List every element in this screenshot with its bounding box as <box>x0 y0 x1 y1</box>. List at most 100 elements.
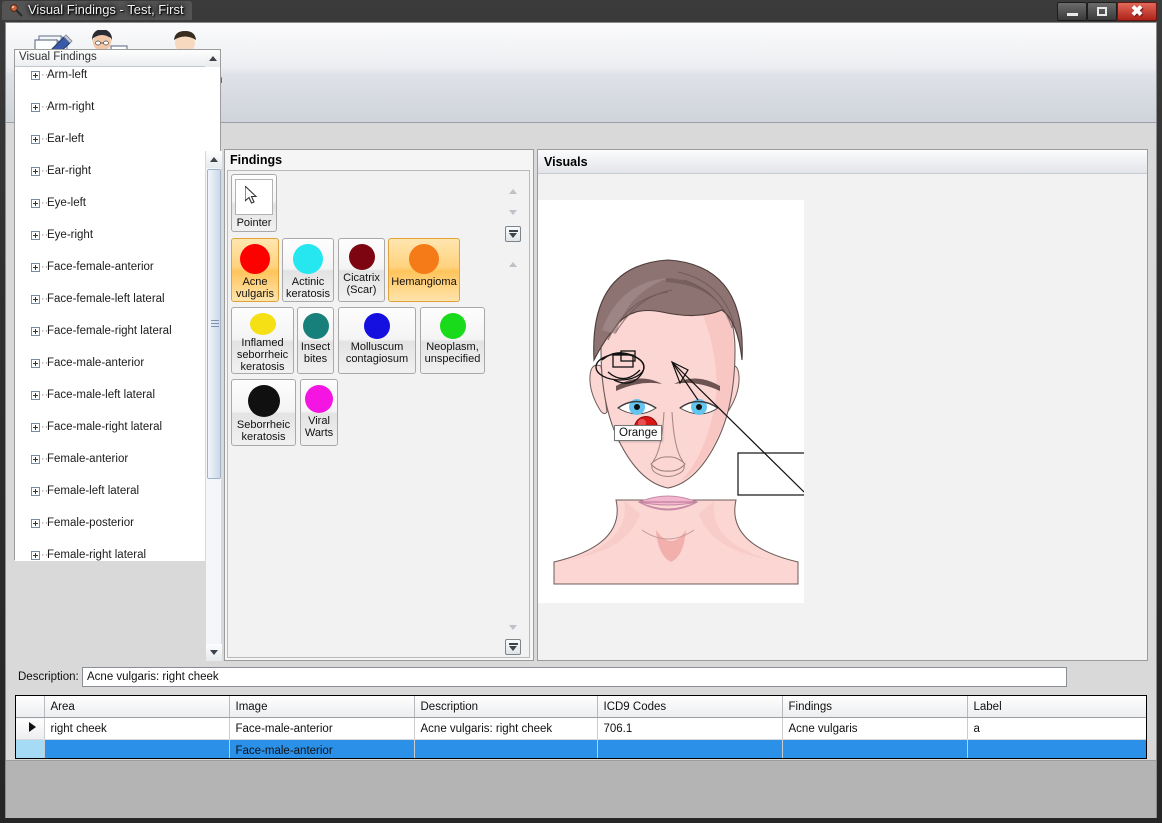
cell-description[interactable] <box>414 739 598 758</box>
tree-item-eye-right[interactable]: ·· Eye-right <box>15 227 205 243</box>
finding-button-neoplasm-unspecified[interactable]: Neoplasm, unspecified <box>420 307 485 374</box>
face-male-anterior-illustration[interactable]: a <box>538 200 804 603</box>
finding-button-actinic-keratosis[interactable]: Actinic keratosis <box>282 238 334 302</box>
tree-item-face-female-left-lateral[interactable]: ·· Face-female-left lateral <box>15 291 205 307</box>
table-row[interactable]: right cheek Face-male-anterior Acne vulgar… <box>16 717 1146 740</box>
finding-button-molluscum-contagiosum[interactable]: Molluscum contagiosum <box>338 307 416 374</box>
tree-item-female-posterior[interactable]: ·· Female-posterior <box>15 515 205 531</box>
minimize-button[interactable] <box>1057 2 1087 21</box>
row-indicator-cell[interactable] <box>16 739 45 758</box>
tree-item-face-male-anterior[interactable]: ·· Face-male-anterior <box>15 355 205 371</box>
tree-item-arm-left[interactable]: ·· Arm-left <box>15 67 205 83</box>
cell-findings[interactable]: Acne vulgaris <box>782 717 968 740</box>
cell-icd9-codes[interactable] <box>597 739 783 758</box>
table-row[interactable]: Face-male-anterior <box>16 739 1146 758</box>
cell-description[interactable]: Acne vulgaris: right cheek <box>414 717 598 740</box>
finding-label: Acne vulgaris <box>236 276 274 300</box>
bar-icon <box>508 643 518 645</box>
tree-item-female-left-lateral[interactable]: ·· Female-left lateral <box>15 483 205 499</box>
finding-button-seborrheic-keratosis[interactable]: Seborrheic keratosis <box>231 379 296 446</box>
expand-plus-icon[interactable] <box>31 199 40 208</box>
expand-plus-icon[interactable] <box>31 391 40 400</box>
cell-icd9-codes[interactable]: 706.1 <box>597 717 783 740</box>
close-button[interactable]: ✖ <box>1117 2 1157 21</box>
expand-plus-icon[interactable] <box>31 455 40 464</box>
app-icon <box>8 3 24 19</box>
col-header-description[interactable]: Description <box>414 696 598 718</box>
col-header-selector[interactable] <box>16 696 45 718</box>
col-header-icd9[interactable]: ICD9 Codes <box>597 696 783 718</box>
col-header-area[interactable]: Area <box>44 696 230 718</box>
tree-item-label: Female-left lateral <box>47 485 140 497</box>
finding-color-swatch <box>439 313 466 339</box>
finding-button-cicatrix-scar[interactable]: Cicatrix (Scar) <box>338 238 385 302</box>
tree-item-face-female-anterior[interactable]: ·· Face-female-anterior <box>15 259 205 275</box>
description-input[interactable] <box>82 667 1067 687</box>
cell-label[interactable] <box>967 739 1146 758</box>
finding-label: Hemangioma <box>391 276 457 288</box>
tree-item-label: Eye-right <box>47 229 94 241</box>
tree-item-face-male-right-lateral[interactable]: ·· Face-male-right lateral <box>15 419 205 435</box>
cell-label[interactable]: a <box>967 717 1146 740</box>
findings-scroll-down-top[interactable] <box>505 204 521 220</box>
cell-area[interactable]: right cheek <box>44 717 230 740</box>
cell-image[interactable]: Face-male-anterior <box>229 717 415 740</box>
expand-plus-icon[interactable] <box>31 359 40 368</box>
tree-item-label: Ear-right <box>47 165 92 177</box>
finding-color-swatch <box>305 385 333 413</box>
cell-image[interactable]: Face-male-anterior <box>229 739 415 758</box>
tree-item-label: Arm-right <box>47 101 95 113</box>
expand-plus-icon[interactable] <box>31 135 40 144</box>
tree-item-female-anterior[interactable]: ·· Female-anterior <box>15 451 205 467</box>
finding-button-acne-vulgaris[interactable]: Acne vulgaris <box>231 238 279 302</box>
findings-grid[interactable]: Area Image Description ICD9 Codes Findin… <box>15 695 1147 759</box>
expand-plus-icon[interactable] <box>31 551 40 560</box>
tree-item-eye-left[interactable]: ·· Eye-left <box>15 195 205 211</box>
tree-vertical-scrollbar[interactable] <box>205 151 222 661</box>
findings-scroll-up-bottom[interactable] <box>505 256 521 272</box>
maximize-icon <box>1097 7 1107 16</box>
pointer-tool-button[interactable]: Pointer <box>231 174 277 232</box>
expand-plus-icon[interactable] <box>31 71 40 80</box>
cell-findings[interactable] <box>782 739 968 758</box>
tree-item-list[interactable]: ·· Arm-left ·· Arm-right ·· Ear-left ·· Ear-rig… <box>15 67 205 561</box>
findings-page-down-button[interactable] <box>505 226 521 242</box>
finding-button-hemangioma[interactable]: Hemangioma <box>388 238 460 302</box>
scrollbar-thumb[interactable] <box>207 169 221 479</box>
findings-scroll-down-lower[interactable] <box>505 619 521 635</box>
visuals-image-canvas[interactable]: a <box>538 200 804 603</box>
tree-scroll-up-button[interactable] <box>205 50 220 67</box>
cell-area[interactable] <box>44 739 230 758</box>
col-header-findings[interactable]: Findings <box>782 696 968 718</box>
findings-panel-title: Findings <box>230 153 283 167</box>
col-header-label[interactable]: Label <box>967 696 1146 718</box>
tree-item-ear-right[interactable]: ·· Ear-right <box>15 163 205 179</box>
row-indicator-cell[interactable] <box>16 717 45 740</box>
expand-plus-icon[interactable] <box>31 231 40 240</box>
maximize-button[interactable] <box>1087 2 1117 21</box>
expand-plus-icon[interactable] <box>31 263 40 272</box>
col-header-image[interactable]: Image <box>229 696 415 718</box>
tree-item-arm-right[interactable]: ·· Arm-right <box>15 99 205 115</box>
finding-button-viral-warts[interactable]: Viral Warts <box>300 379 338 446</box>
tree-item-ear-left[interactable]: ·· Ear-left <box>15 131 205 147</box>
expand-plus-icon[interactable] <box>31 487 40 496</box>
findings-scroll-up-top[interactable] <box>505 183 521 199</box>
expand-plus-icon[interactable] <box>31 519 40 528</box>
finding-color-swatch <box>364 313 390 339</box>
expand-plus-icon[interactable] <box>31 423 40 432</box>
expand-plus-icon[interactable] <box>31 103 40 112</box>
chevron-down-icon <box>509 624 517 630</box>
tree-item-label: Face-female-right lateral <box>47 325 172 337</box>
tree-item-face-female-right-lateral[interactable]: ·· Face-female-right lateral <box>15 323 205 339</box>
expand-plus-icon[interactable] <box>31 295 40 304</box>
tree-item-face-male-left-lateral[interactable]: ·· Face-male-left lateral <box>15 387 205 403</box>
tree-item-female-right-lateral[interactable]: ·· Female-right lateral <box>15 547 205 561</box>
scroll-down-arrow[interactable] <box>206 644 222 661</box>
scroll-up-arrow[interactable] <box>206 151 222 168</box>
expand-plus-icon[interactable] <box>31 167 40 176</box>
finding-button-inflamed-seborrheic-keratosis[interactable]: Inflamed seborrheic keratosis <box>231 307 294 374</box>
finding-button-insect-bites[interactable]: Insect bites <box>297 307 334 374</box>
findings-page-down-bottom-button[interactable] <box>505 639 521 655</box>
expand-plus-icon[interactable] <box>31 327 40 336</box>
